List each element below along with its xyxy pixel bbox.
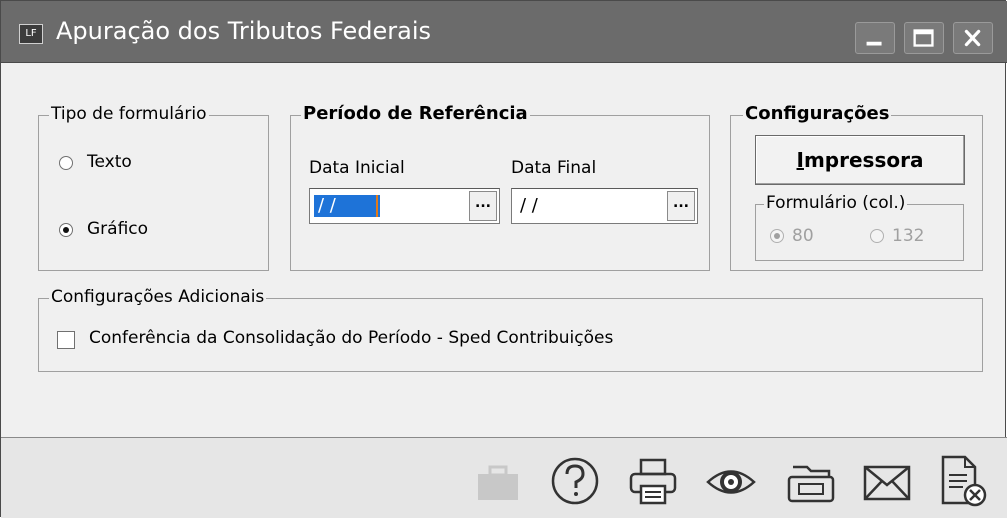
tipo-formulario-group: Tipo de formulário Texto Gráfico [38,104,269,271]
tipo-formulario-legend: Tipo de formulário [49,104,209,124]
main-window: LF Apuração dos Tributos Federais Tipo d… [0,0,1007,518]
impressora-accelerator: I [796,148,804,172]
radio-texto[interactable] [59,156,73,170]
close-document-icon[interactable] [937,453,989,509]
preview-eye-icon[interactable] [705,463,757,501]
conferencia-checkbox-label[interactable]: Conferência da Consolidação do Período -… [89,328,613,348]
email-icon[interactable] [861,463,913,503]
radio-grafico[interactable] [59,223,73,237]
briefcase-icon[interactable] [475,463,521,503]
close-button[interactable] [953,22,993,54]
periodo-referencia-group: Período de Referência Data Inicial Data … [290,103,710,271]
radio-80-label[interactable]: 80 [792,226,814,246]
minimize-button[interactable] [855,22,895,54]
configuracoes-legend: Configurações [743,103,892,124]
maximize-icon [913,29,934,47]
data-inicial-field[interactable]: / / ... [309,188,500,224]
impressora-label: mpressora [803,148,924,172]
configuracoes-adicionais-legend: Configurações Adicionais [49,287,267,307]
printer-icon[interactable] [627,457,679,507]
data-inicial-lookup-button[interactable]: ... [469,191,497,221]
conferencia-checkbox[interactable] [57,331,75,349]
data-final-lookup-button[interactable]: ... [667,191,695,221]
app-logo-icon: LF [19,24,43,44]
data-final-value[interactable]: / / [516,195,542,217]
radio-132[interactable] [870,229,884,243]
open-folder-icon[interactable] [785,459,837,505]
data-final-label: Data Final [511,158,597,178]
radio-80[interactable] [770,229,784,243]
impressora-button[interactable]: Impressora [755,135,965,185]
maximize-button[interactable] [904,22,944,54]
formulario-col-legend: Formulário (col.) [764,193,908,213]
radio-texto-label[interactable]: Texto [87,152,132,172]
title-bar[interactable]: LF Apuração dos Tributos Federais [1,1,1007,63]
data-inicial-label: Data Inicial [309,158,405,178]
window-title: Apuração dos Tributos Federais [56,17,432,45]
data-inicial-value[interactable]: / / [314,195,380,217]
formulario-col-group: Formulário (col.) 80 132 [755,193,964,261]
minimize-icon [866,41,882,46]
help-icon[interactable] [549,455,601,507]
data-final-field[interactable]: / / ... [511,188,698,224]
text-caret [376,195,378,217]
periodo-referencia-legend: Período de Referência [301,103,530,124]
close-icon [964,29,981,47]
radio-132-label[interactable]: 132 [892,226,924,246]
radio-grafico-label[interactable]: Gráfico [87,219,148,239]
